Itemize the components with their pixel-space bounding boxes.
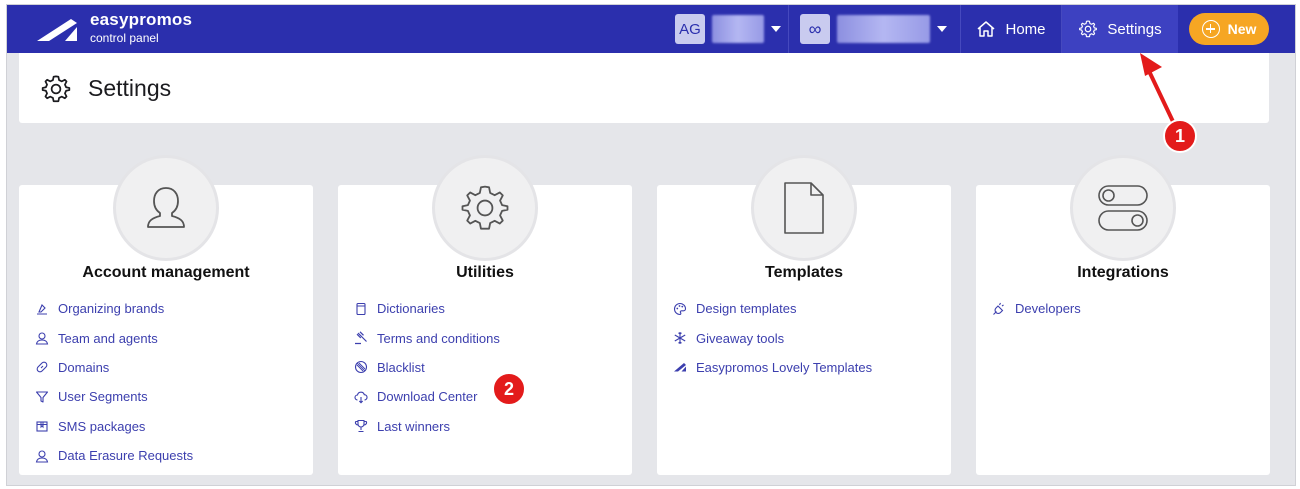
account-initials-badge: AG [675, 14, 705, 44]
package-icon [36, 421, 48, 432]
gavel-icon [355, 331, 367, 345]
easypromos-logo-icon [674, 363, 686, 372]
link-data-erasure-requests[interactable]: Data Erasure Requests [35, 441, 193, 470]
card-title: Integrations [1077, 264, 1169, 281]
app-window: easypromos control panel AG ∞ Home Setti… [6, 4, 1296, 486]
link-blacklist[interactable]: Blacklist [354, 353, 500, 382]
link-label: Dictionaries [377, 301, 445, 317]
link-label: Domains [58, 359, 110, 375]
link-label: Last winners [377, 418, 450, 434]
link-label: Design templates [696, 301, 797, 317]
person-icon [35, 450, 49, 463]
plus-circle-icon [1201, 20, 1220, 38]
toggles-icon [1070, 155, 1176, 261]
plug-icon [993, 302, 1004, 315]
link-label: Blacklist [377, 359, 425, 375]
link-label: SMS packages [58, 418, 146, 434]
easypromos-logo-icon[interactable] [35, 15, 79, 43]
link-terms-and-conditions[interactable]: Terms and conditions [354, 323, 500, 352]
card-title: Templates [765, 264, 843, 281]
card-account-management: Account management Organizing brands Tea… [19, 155, 313, 475]
document-icon [751, 155, 857, 261]
gear-icon [1079, 20, 1098, 38]
link-giveaway-tools[interactable]: Giveaway tools [673, 323, 872, 352]
gear-icon [41, 75, 71, 103]
card-title: Account management [82, 264, 250, 281]
link-label: Data Erasure Requests [58, 448, 194, 464]
card-templates: Templates Design templates Giveaway tool… [657, 155, 951, 475]
link-domains[interactable]: Domains [35, 353, 193, 382]
cloud-download-icon [354, 391, 368, 404]
promotion-selector[interactable]: ∞ [800, 14, 947, 44]
link-download-center[interactable]: Download Center [354, 382, 500, 411]
person-icon [35, 332, 49, 345]
link-last-winners[interactable]: Last winners [354, 412, 500, 441]
annotation-marker-2: 2 [492, 372, 526, 406]
new-button-label: New [1227, 21, 1257, 37]
block-icon [354, 361, 368, 374]
link-label: User Segments [58, 389, 148, 405]
promotion-name-redacted [837, 15, 930, 43]
palette-icon [674, 302, 687, 315]
book-icon [356, 302, 366, 315]
divider [788, 5, 789, 53]
trophy-icon [354, 420, 368, 433]
link-label: Giveaway tools [696, 330, 785, 346]
brand-subtitle: control panel [90, 31, 159, 45]
account-name-redacted [712, 15, 764, 43]
home-icon [977, 21, 995, 37]
chevron-down-icon [937, 26, 947, 32]
link-easypromos-lovely-templates[interactable]: Easypromos Lovely Templates [673, 353, 872, 382]
brand[interactable]: easypromos control panel [90, 10, 192, 45]
top-navigation-bar: easypromos control panel AG ∞ Home Setti… [7, 5, 1295, 53]
page-title: Settings [88, 75, 172, 101]
link-label: Team and agents [58, 330, 158, 346]
link-dictionaries[interactable]: Dictionaries [354, 294, 500, 323]
user-icon [113, 155, 219, 261]
link-sms-packages[interactable]: SMS packages [35, 412, 193, 441]
nav-home-label: Home [1005, 20, 1046, 38]
chevron-down-icon [771, 26, 781, 32]
annotation-marker-1: 1 [1163, 119, 1197, 153]
filter-icon [35, 391, 49, 403]
card-title: Utilities [456, 264, 514, 281]
link-team-and-agents[interactable]: Team and agents [35, 323, 193, 352]
nav-settings-label: Settings [1107, 20, 1162, 38]
brand-stamp-icon [37, 303, 47, 315]
link-user-segments[interactable]: User Segments [35, 382, 193, 411]
card-integrations: Integrations Developers [976, 155, 1270, 475]
link-icon [36, 362, 48, 373]
link-developers[interactable]: Developers [992, 294, 1081, 323]
card-utilities: Utilities Dictionaries Terms and conditi… [338, 155, 632, 475]
snowflake-icon [674, 332, 686, 345]
link-organizing-brands[interactable]: Organizing brands [35, 294, 193, 323]
link-label: Easypromos Lovely Templates [696, 359, 873, 375]
new-button[interactable]: New [1189, 13, 1269, 45]
link-label: Terms and conditions [377, 330, 500, 346]
infinity-icon: ∞ [800, 14, 830, 44]
nav-home[interactable]: Home [961, 5, 1061, 53]
gear-icon [432, 155, 538, 261]
account-selector[interactable]: AG [675, 14, 781, 44]
link-label: Developers [1015, 301, 1081, 317]
link-design-templates[interactable]: Design templates [673, 294, 872, 323]
link-label: Organizing brands [58, 301, 165, 317]
page-header: Settings [19, 53, 1269, 123]
link-label: Download Center [377, 389, 478, 405]
brand-name: easypromos [90, 10, 193, 29]
